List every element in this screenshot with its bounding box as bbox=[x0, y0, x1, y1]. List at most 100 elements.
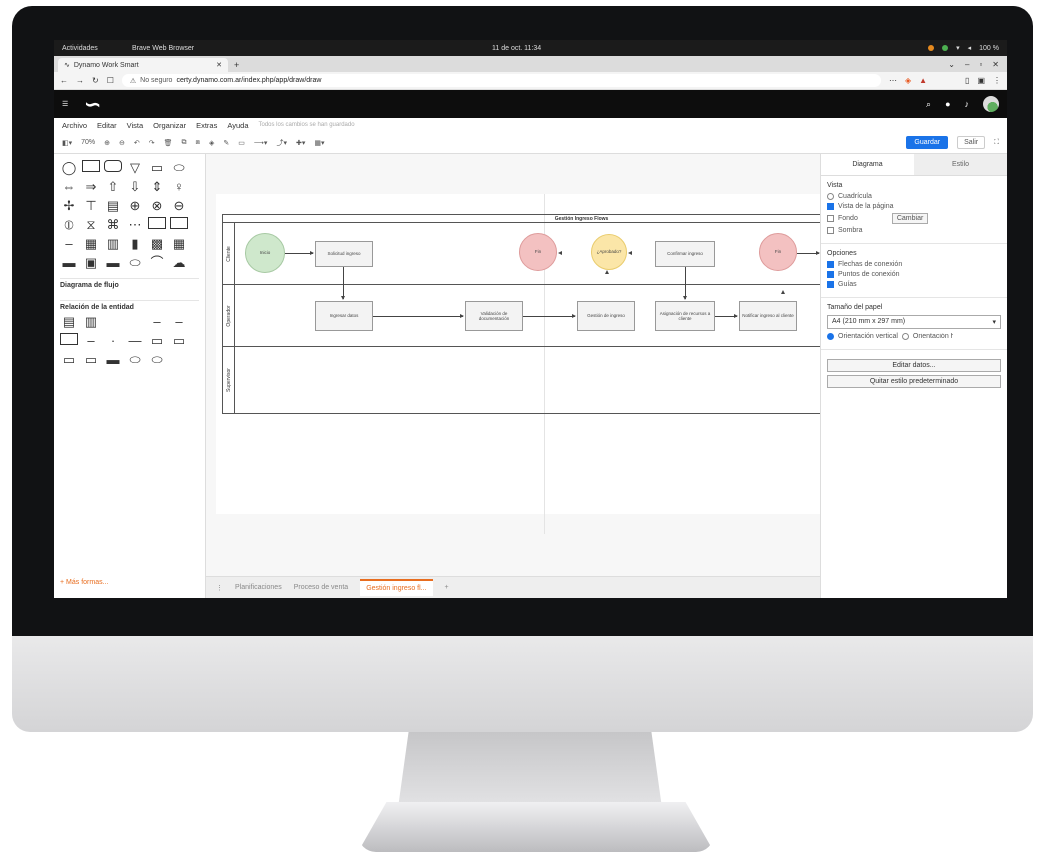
save-button[interactable]: Guardar bbox=[906, 136, 949, 149]
attr-rect2-icon[interactable]: ▭ bbox=[82, 352, 100, 367]
portrait-radio[interactable] bbox=[827, 333, 834, 340]
cylinder-shape-icon[interactable]: ▮ bbox=[126, 236, 144, 251]
waypoints-icon[interactable]: ⤴▾ bbox=[276, 138, 287, 148]
minimize-icon[interactable]: – bbox=[965, 58, 969, 72]
rounded-rect-shape-icon[interactable] bbox=[104, 160, 122, 172]
entity-table-icon[interactable]: ▤ bbox=[60, 314, 78, 329]
clock[interactable]: 11 de oct. 11:34 bbox=[492, 45, 928, 52]
end-node-2[interactable]: Fin bbox=[759, 233, 797, 271]
new-tab-button[interactable]: + bbox=[228, 58, 245, 72]
grid-shape-icon[interactable]: ▦ bbox=[170, 236, 188, 251]
relation-dot-icon[interactable]: · bbox=[104, 333, 122, 348]
change-background-button[interactable]: Cambiar bbox=[891, 213, 929, 224]
pool-title[interactable]: Gestión Ingreso Flows bbox=[223, 215, 820, 223]
attr-oval2-icon[interactable]: ⬭ bbox=[148, 352, 166, 367]
tray-app-icon[interactable] bbox=[928, 45, 935, 51]
diagram-canvas[interactable]: Gestión Ingreso Flows Cliente Operador S… bbox=[206, 154, 820, 598]
xor-shape-icon[interactable]: ⊗ bbox=[148, 198, 166, 213]
cloud-shape-icon[interactable]: ☁ bbox=[170, 255, 188, 270]
list-shape-icon[interactable]: ▥ bbox=[104, 236, 122, 251]
zoom-in-icon[interactable]: ⊕ bbox=[104, 139, 110, 147]
bar-shape-icon[interactable]: ▬ bbox=[60, 255, 78, 270]
guides-checkbox[interactable] bbox=[827, 281, 834, 288]
menu-extras[interactable]: Extras bbox=[196, 121, 217, 130]
option-page-view[interactable]: Vista de la página bbox=[827, 203, 1001, 210]
line-color-icon[interactable]: ✎ bbox=[223, 139, 229, 147]
extension-icon[interactable]: ⋯ bbox=[889, 76, 897, 85]
option-shadow[interactable]: Sombra bbox=[827, 227, 1001, 234]
delete-icon[interactable]: 🗑 bbox=[164, 139, 173, 147]
page-tab-active[interactable]: Gestión ingreso fl... bbox=[360, 579, 433, 596]
connection-arrows-checkbox[interactable] bbox=[827, 261, 834, 268]
hamburger-menu-icon[interactable]: ☰ bbox=[62, 100, 68, 108]
user-avatar[interactable] bbox=[983, 96, 999, 112]
curve-shape-icon[interactable]: ⌒ bbox=[148, 255, 166, 270]
url-field[interactable]: ⚠ No seguro certy.dynamo.com.ar/index.ph… bbox=[121, 74, 881, 87]
table-icon[interactable]: ▦▾ bbox=[314, 139, 324, 147]
edge-arrow[interactable] bbox=[285, 251, 314, 255]
relation-line-icon[interactable]: — bbox=[126, 333, 144, 348]
link-shape-icon[interactable]: ⋯ bbox=[126, 217, 144, 232]
landscape-radio[interactable] bbox=[901, 333, 909, 340]
connection-icon[interactable]: ⟶▾ bbox=[254, 139, 268, 147]
bookmark-icon[interactable]: ☐ bbox=[107, 76, 114, 85]
dynamo-logo[interactable]: ∽ bbox=[84, 92, 101, 117]
decision-node[interactable]: ¿Aprobado? bbox=[591, 234, 627, 270]
sidebar-toggle-icon[interactable]: ▯ bbox=[965, 76, 969, 85]
paper-size-select[interactable]: A4 (210 mm x 297 mm) ▾ bbox=[827, 315, 1001, 329]
redo-icon[interactable]: ↷ bbox=[149, 139, 155, 147]
browser-menu-icon[interactable]: ⋮ bbox=[993, 76, 1001, 85]
edge-arrow[interactable] bbox=[797, 251, 820, 255]
lane-supervisor[interactable]: Supervisor bbox=[223, 347, 820, 413]
sort-shape-icon[interactable]: ⦶ bbox=[60, 217, 78, 232]
request-node[interactable]: Solicitud ingreso bbox=[315, 241, 373, 267]
entity-table2-icon[interactable]: ▥ bbox=[82, 314, 100, 329]
dash-shape-icon[interactable]: – bbox=[60, 236, 78, 251]
zoom-out-icon[interactable]: ⊖ bbox=[119, 139, 125, 147]
rewards-icon[interactable]: ▲ bbox=[919, 76, 927, 85]
active-app-name[interactable]: Brave Web Browser bbox=[132, 45, 492, 52]
panels-toggle-icon[interactable]: ◧▾ bbox=[62, 139, 72, 147]
system-tray[interactable]: ▾ ◂ 100 % bbox=[928, 44, 999, 52]
person-shape-icon[interactable]: ♀ bbox=[170, 179, 188, 194]
close-tab-icon[interactable]: ✕ bbox=[216, 61, 222, 69]
or-shape-icon[interactable]: ⊕ bbox=[126, 198, 144, 213]
section-entity-relation[interactable]: Relación de la entidad bbox=[60, 300, 199, 314]
edge-arrow[interactable] bbox=[341, 267, 345, 300]
connection-points-checkbox[interactable] bbox=[827, 271, 834, 278]
oval-shape-icon[interactable]: ⬭ bbox=[126, 255, 144, 270]
ellipse-shape-icon[interactable]: ◯ bbox=[60, 160, 78, 175]
manage-node[interactable]: Gestión de ingreso bbox=[577, 301, 635, 331]
pages-menu-icon[interactable]: ⋮ bbox=[216, 584, 223, 592]
menu-organizar[interactable]: Organizar bbox=[153, 121, 186, 130]
zoom-select[interactable]: 70% bbox=[81, 139, 95, 146]
back-icon[interactable]: ← bbox=[60, 76, 68, 85]
page-tab[interactable]: Planificaciones bbox=[235, 584, 282, 591]
callout-shape-icon[interactable]: ▽ bbox=[126, 160, 144, 175]
search-icon[interactable]: ⌕ bbox=[926, 99, 931, 110]
tray-status-icon[interactable] bbox=[942, 45, 949, 51]
menu-vista[interactable]: Vista bbox=[127, 121, 144, 130]
page-view-checkbox[interactable] bbox=[827, 203, 834, 210]
background-checkbox[interactable] bbox=[827, 215, 834, 222]
menu-editar[interactable]: Editar bbox=[97, 121, 117, 130]
wallet-icon[interactable]: ▣ bbox=[977, 76, 985, 85]
exit-button[interactable]: Salir bbox=[957, 136, 986, 149]
clear-default-style-button[interactable]: Quitar estilo predeterminado bbox=[827, 375, 1001, 388]
forward-icon[interactable]: → bbox=[76, 76, 84, 85]
tape-alt-shape-icon[interactable]: ⌘ bbox=[104, 217, 122, 232]
confirm-node[interactable]: Confirmar ingreso bbox=[655, 241, 715, 267]
table-shape-icon[interactable]: ▦ bbox=[82, 236, 100, 251]
entity-line-icon[interactable]: – bbox=[170, 314, 188, 329]
menu-ayuda[interactable]: Ayuda bbox=[227, 121, 248, 130]
edge-arrow[interactable] bbox=[715, 314, 738, 318]
stadium-shape-icon[interactable]: ⬭ bbox=[170, 160, 188, 175]
menu-archivo[interactable]: Archivo bbox=[62, 121, 87, 130]
to-back-icon[interactable]: ⧈ bbox=[196, 139, 200, 147]
subprocess-shape-icon[interactable] bbox=[170, 217, 188, 229]
reload-icon[interactable]: ↻ bbox=[92, 76, 99, 85]
to-front-icon[interactable]: ⧉ bbox=[182, 139, 187, 147]
option-guides[interactable]: Guías bbox=[827, 281, 1001, 288]
swimlane-pool[interactable]: Gestión Ingreso Flows Cliente Operador S… bbox=[222, 214, 820, 414]
bracket-shape-icon[interactable]: ⊤ bbox=[82, 198, 100, 213]
